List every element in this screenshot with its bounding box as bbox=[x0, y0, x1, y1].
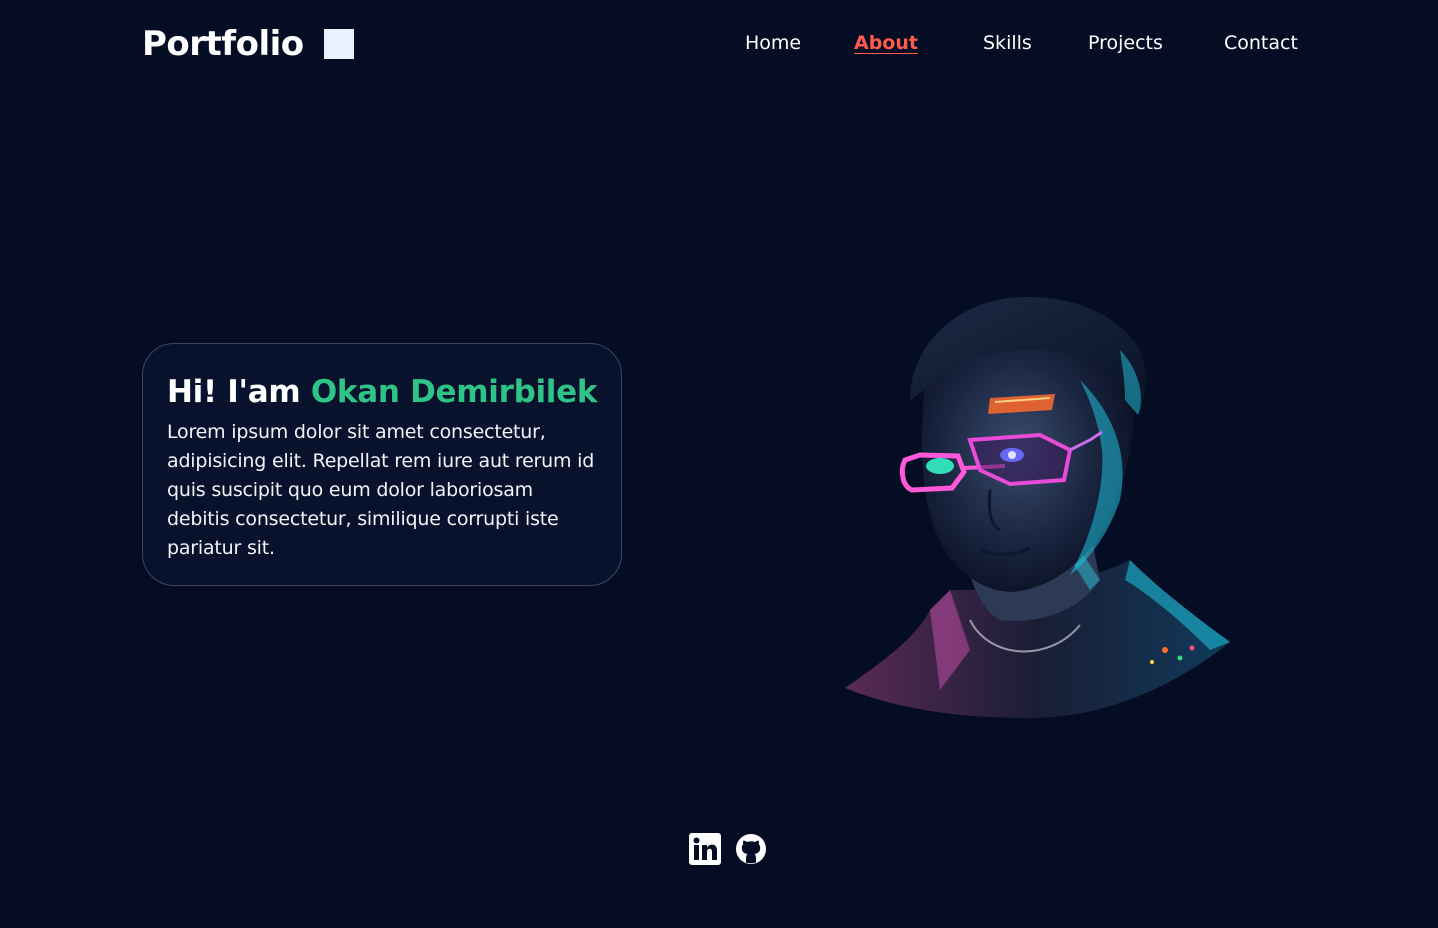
main-nav: Home About Skills Projects Contact bbox=[0, 32, 1438, 58]
page: Portfolio Home About Skills Projects Con… bbox=[0, 0, 1438, 928]
nav-contact[interactable]: Contact bbox=[1224, 32, 1298, 54]
nav-home[interactable]: Home bbox=[745, 32, 801, 54]
nav-about[interactable]: About bbox=[854, 32, 918, 54]
nav-projects[interactable]: Projects bbox=[1088, 32, 1163, 54]
github-icon[interactable] bbox=[735, 833, 767, 865]
portrait-image bbox=[845, 297, 1230, 718]
intro-name: Okan Demirbilek bbox=[310, 374, 598, 410]
nav-skills[interactable]: Skills bbox=[983, 32, 1032, 54]
social-links bbox=[689, 833, 767, 865]
intro-greeting: Hi! I'am bbox=[167, 374, 301, 410]
intro-body: Lorem ipsum dolor sit amet consectetur, … bbox=[167, 421, 595, 559]
linkedin-icon[interactable] bbox=[689, 833, 721, 865]
intro-card: Hi! I'am Okan Demirbilek Lorem ipsum dol… bbox=[142, 343, 622, 586]
intro-heading: Hi! I'am Okan Demirbilek bbox=[167, 372, 597, 412]
